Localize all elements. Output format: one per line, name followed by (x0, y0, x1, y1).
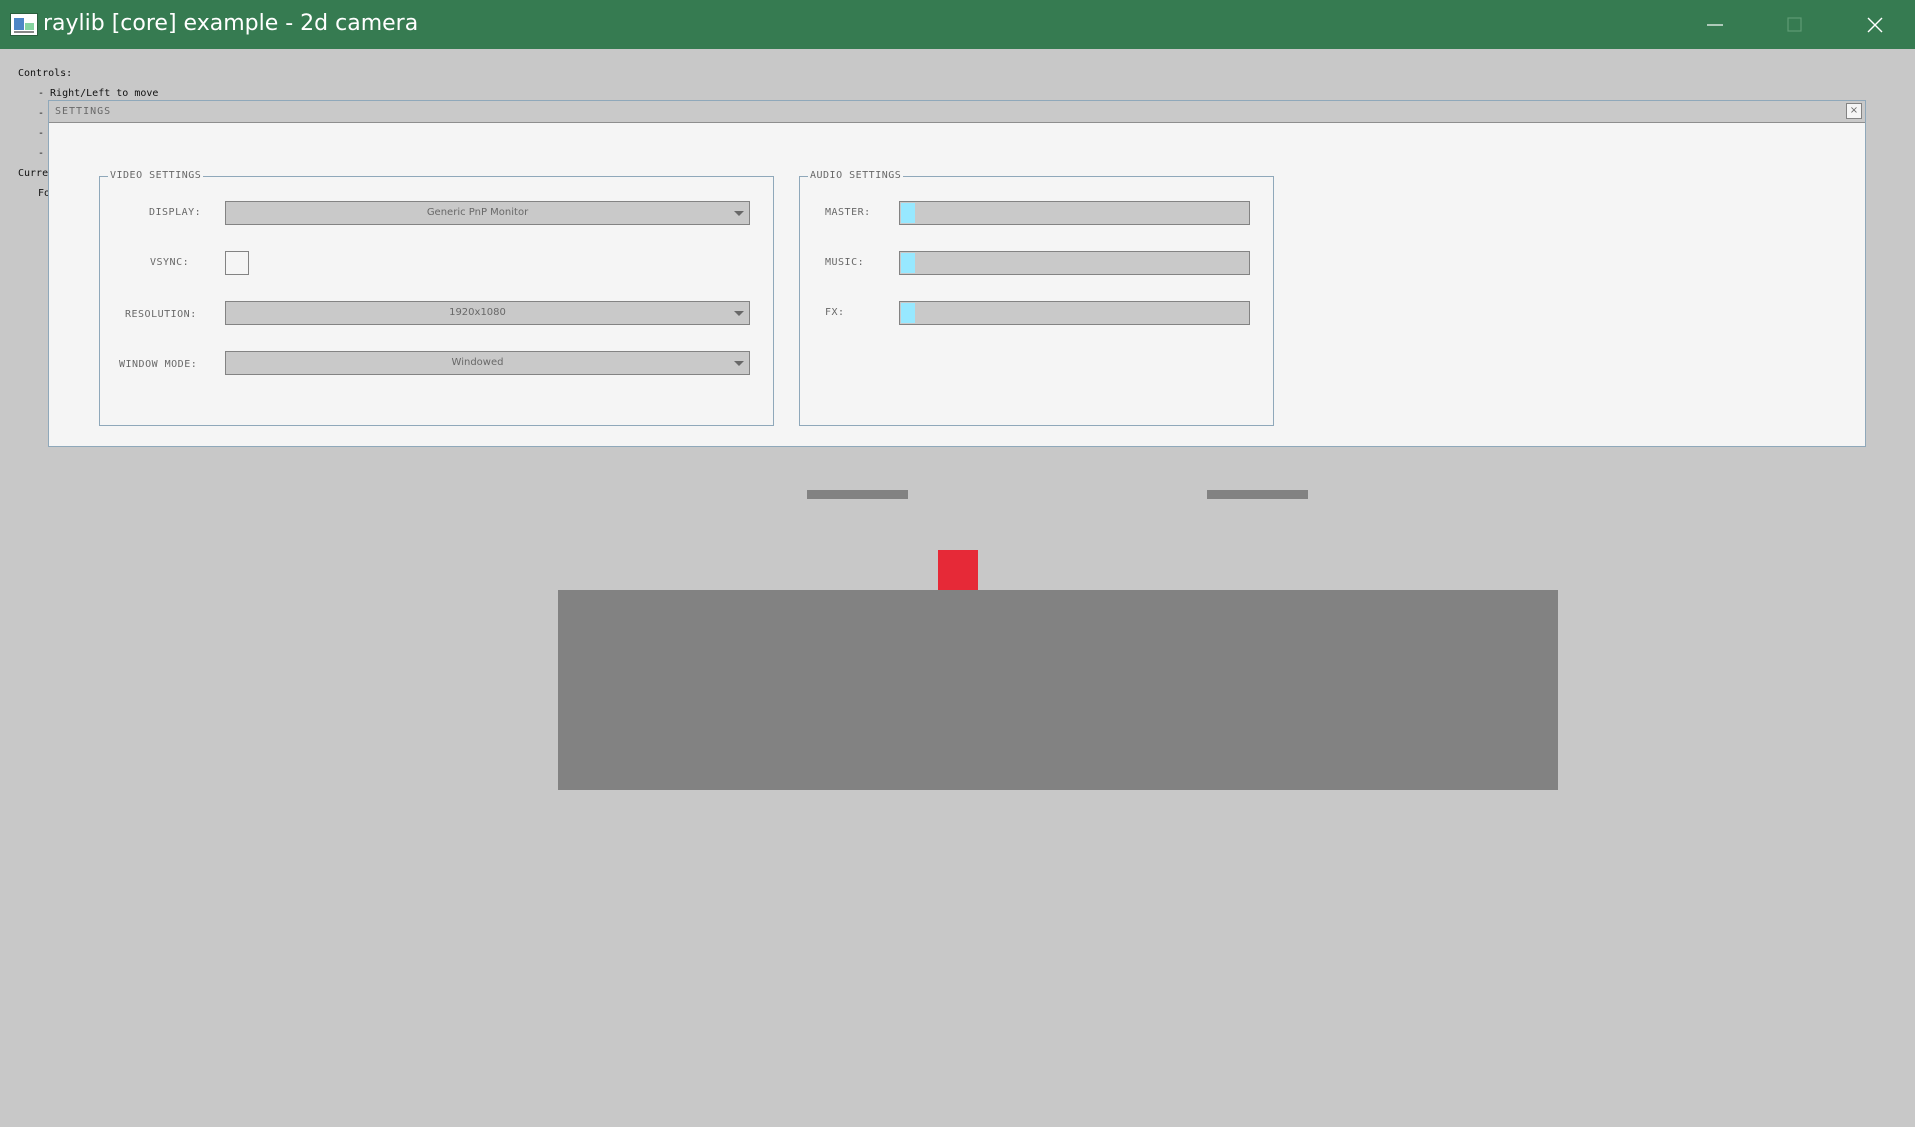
video-settings-label: VIDEO SETTINGS (108, 170, 204, 182)
vsync-label: VSYNC: (150, 257, 190, 268)
chevron-down-icon (734, 211, 744, 216)
settings-window: SETTINGS × VIDEO SETTINGS DISPLAY: Gener… (48, 100, 1866, 447)
title-bar[interactable]: raylib [core] example - 2d camera (0, 0, 1915, 49)
music-volume-slider[interactable] (899, 251, 1250, 275)
close-button[interactable] (1835, 0, 1915, 49)
window-mode-value: Windowed (451, 357, 504, 368)
minimize-button[interactable] (1675, 0, 1755, 49)
resolution-label: RESOLUTION: (125, 309, 197, 320)
master-label: MASTER: (825, 207, 871, 218)
chevron-down-icon (734, 361, 744, 366)
maximize-icon (1787, 17, 1802, 32)
music-label: MUSIC: (825, 257, 865, 268)
window-title: raylib [core] example - 2d camera (43, 11, 419, 36)
settings-header[interactable]: SETTINGS × (49, 101, 1865, 123)
ground-platform (558, 590, 1558, 790)
controls-line-move: - Right/Left to move (38, 88, 159, 99)
raylib-app-icon (10, 13, 38, 36)
audio-settings-label: AUDIO SETTINGS (808, 170, 904, 182)
music-volume-fill (901, 253, 915, 273)
minimize-icon (1707, 24, 1723, 26)
current-heading: Curre (18, 168, 49, 179)
fx-volume-slider[interactable] (899, 301, 1250, 325)
display-dropdown[interactable]: Generic PnP Monitor (225, 201, 750, 225)
window-mode-dropdown[interactable]: Windowed (225, 351, 750, 375)
fx-label: FX: (825, 307, 845, 318)
video-settings-group: VIDEO SETTINGS DISPLAY: Generic PnP Moni… (99, 170, 774, 426)
floating-platform-left (807, 490, 908, 499)
maximize-button[interactable] (1755, 0, 1835, 49)
audio-settings-group: AUDIO SETTINGS MASTER: MUSIC: FX: (799, 170, 1274, 426)
master-volume-fill (901, 203, 915, 223)
settings-close-button[interactable]: × (1846, 103, 1862, 119)
resolution-value: 1920x1080 (449, 307, 506, 318)
display-value: Generic PnP Monitor (426, 207, 529, 218)
player-block (938, 550, 978, 590)
window-mode-label: WINDOW MODE: (119, 359, 198, 370)
resolution-dropdown[interactable]: 1920x1080 (225, 301, 750, 325)
vsync-checkbox[interactable] (225, 251, 249, 275)
chevron-down-icon (734, 311, 744, 316)
display-label: DISPLAY: (149, 207, 202, 218)
close-icon (1867, 17, 1883, 33)
controls-heading: Controls: (18, 68, 73, 79)
settings-title: SETTINGS (55, 106, 112, 117)
fx-volume-fill (901, 303, 915, 323)
floating-platform-right (1207, 490, 1308, 499)
master-volume-slider[interactable] (899, 201, 1250, 225)
